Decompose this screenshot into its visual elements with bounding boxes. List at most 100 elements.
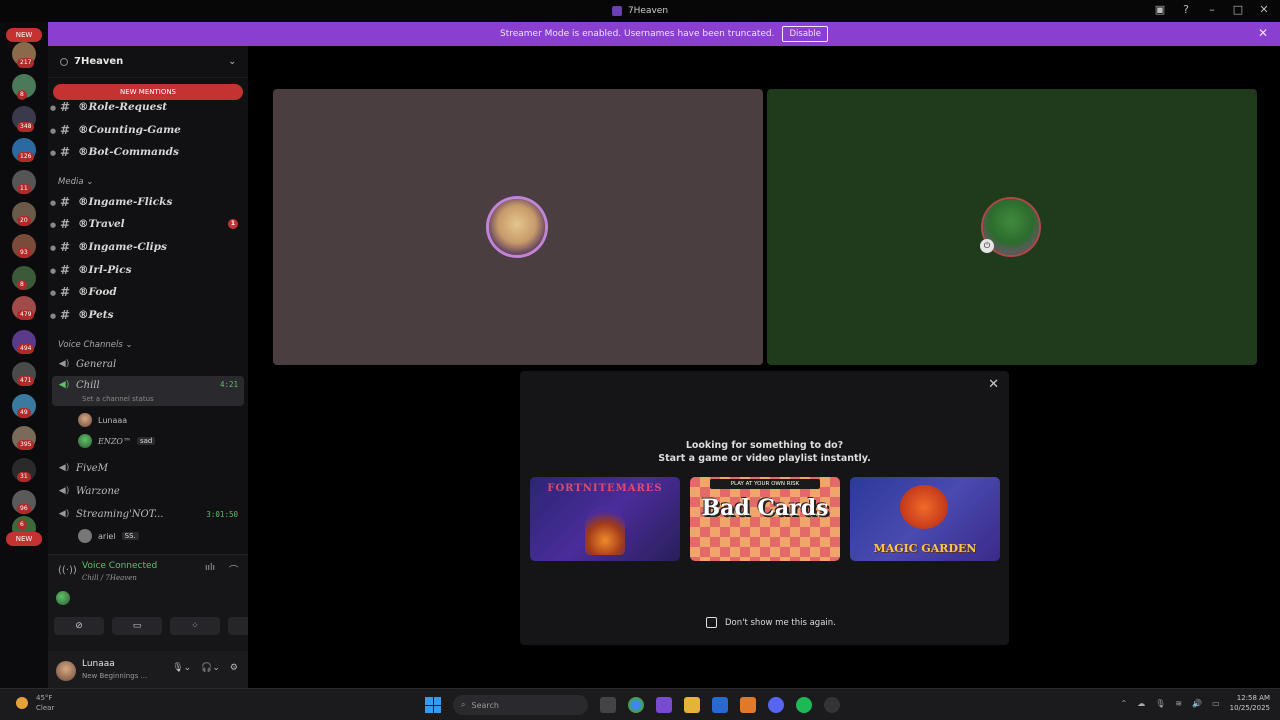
help-icon[interactable]: ? (1178, 2, 1194, 18)
user-status: New Beginnings ... (82, 672, 148, 680)
channel-name: ®Ingame-Clips (78, 241, 167, 253)
unread-dot-icon: ● (50, 242, 57, 252)
deafened-icon: ⏻ (980, 239, 994, 253)
windows-start-icon[interactable] (425, 697, 441, 713)
noise-suppression-icon[interactable]: ıılı (205, 563, 215, 576)
taskbar-apps: ⌕ Search (425, 695, 840, 715)
guild-icon (60, 57, 68, 66)
guild-header[interactable]: 7Heaven ⌄ (48, 46, 248, 78)
settings-gear-icon[interactable]: ⚙ (230, 663, 238, 673)
activity-card-magic-garden[interactable]: MAGIC GARDEN (850, 477, 1000, 561)
app-icon[interactable] (740, 697, 756, 713)
channel-name: ®Irl-Pics (78, 264, 132, 276)
participant-avatar (489, 199, 545, 255)
unread-dot-icon: ● (50, 287, 57, 297)
channel-sidebar: 7Heaven ⌄ NEW MENTIONS ● # ®Role-Request… (48, 46, 278, 689)
channel-ingame-clips[interactable]: ● # ®Ingame-Clips (48, 236, 248, 258)
close-icon[interactable]: ✕ (988, 377, 999, 392)
category-media[interactable]: Media ⌄ (58, 177, 93, 187)
channel-counting-game[interactable]: ● # ®Counting-Game (48, 119, 248, 141)
app-logo-icon (611, 6, 622, 16)
activity-art (900, 485, 948, 529)
microphone-icon[interactable]: 🎙 (1155, 699, 1165, 708)
weather-widget[interactable]: 45°F Clear (16, 693, 54, 713)
channel-name: ®Role-Request (78, 101, 168, 113)
search-icon: ⌕ (461, 700, 466, 709)
voice-channel-streaming[interactable]: ◀) Streaming'NOT... 3:01:50 (52, 503, 244, 525)
clock[interactable]: 12:58 AM 10/25/2025 (1230, 693, 1270, 713)
server-badge: 96 (17, 504, 31, 514)
channel-ingame-flicks[interactable]: ● # ®Ingame-Flicks (48, 191, 248, 213)
user-tag: sad (136, 437, 156, 445)
participant-tile[interactable] (273, 89, 763, 365)
discord-icon[interactable] (768, 697, 784, 713)
store-icon[interactable] (712, 697, 728, 713)
minimize-icon[interactable]: – (1204, 2, 1220, 18)
channel-travel[interactable]: ● # ®Travel 1 (48, 213, 248, 235)
server-badge: 348 (17, 122, 35, 132)
voice-user[interactable]: Lunaaa (78, 411, 127, 429)
user-tag: SS. (121, 532, 139, 540)
battery-icon[interactable]: ▭ (1212, 699, 1220, 708)
camera-off-icon[interactable]: ⊘ (54, 617, 104, 635)
activity-card-fortnitemares[interactable]: FORTNITEMARES (530, 477, 680, 561)
participant-tile[interactable]: ⏻ (767, 89, 1257, 365)
new-unreads-pill-bottom[interactable]: NEW (6, 532, 42, 546)
volume-icon[interactable]: 🔊 (1192, 699, 1202, 708)
chevron-up-icon[interactable]: ⌃ (1121, 699, 1128, 708)
channel-food[interactable]: ● # ®Food (48, 281, 248, 303)
disconnect-icon[interactable]: ⌒ (229, 563, 238, 576)
voice-timer: 4:21 (219, 380, 238, 389)
channel-bot-commands[interactable]: ● # ®Bot-Commands (48, 141, 248, 163)
title-bar: 7Heaven ▣ ? – □ ✕ (0, 0, 1280, 22)
signal-icon[interactable]: ((·)) (58, 565, 77, 576)
close-icon[interactable]: ✕ (1256, 2, 1272, 18)
voice-location[interactable]: Chill / 7Heaven (82, 574, 137, 582)
voice-channel-fivem[interactable]: ◀) FiveM (52, 457, 244, 479)
inbox-icon[interactable]: ▣ (1152, 2, 1168, 18)
new-unreads-pill-top[interactable]: NEW (6, 28, 42, 42)
activity-card-bad-cards[interactable]: PLAY AT YOUR OWN RISK Bad Cards (690, 477, 840, 561)
voice-channel-name: Warzone (76, 485, 120, 497)
microphone-icon[interactable]: 🎙⌄ (172, 663, 191, 673)
channel-irl-pics[interactable]: ● # ®Irl-Pics (48, 259, 248, 281)
chrome-icon[interactable] (628, 697, 644, 713)
activity-suggestion-modal: ✕ Looking for something to do? Start a g… (520, 371, 1009, 645)
copilot-icon[interactable] (656, 697, 672, 713)
voice-user-name: Lunaaa (98, 415, 128, 425)
activities-icon[interactable]: ⁘ (170, 617, 220, 635)
server-badge: 494 (17, 344, 35, 354)
disable-streamer-mode-button[interactable]: Disable (782, 26, 829, 42)
voice-channel-chill[interactable]: ◀) Chill 4:21 Set a channel status (52, 376, 244, 406)
set-channel-status[interactable]: Set a channel status (82, 395, 154, 403)
cloud-icon[interactable]: ☁ (1137, 699, 1145, 708)
spotify-icon[interactable] (796, 697, 812, 713)
server-list: NEW 217 8 348 126 11 20 93 8 479 494 471… (0, 22, 48, 688)
server-badge: 471 (17, 376, 35, 386)
avatar[interactable] (56, 661, 76, 681)
taskbar-search[interactable]: ⌕ Search (453, 695, 588, 715)
server-badge: 126 (17, 152, 35, 162)
dont-show-again[interactable]: Don't show me this again. (706, 617, 836, 628)
banner-close-icon[interactable]: ✕ (1258, 26, 1268, 40)
steam-icon[interactable] (824, 697, 840, 713)
voice-user[interactable]: ENZO™ sad (78, 432, 156, 450)
unread-dot-icon: ● (50, 125, 57, 135)
category-label: Voice Channels (58, 340, 123, 350)
task-view-icon[interactable] (600, 697, 616, 713)
file-explorer-icon[interactable] (684, 697, 700, 713)
voice-connection-panel: ((·)) Voice Connected Chill / 7Heaven ıı… (48, 554, 278, 689)
voice-channel-general[interactable]: ◀) General (52, 353, 244, 375)
checkbox[interactable] (706, 617, 717, 628)
maximize-icon[interactable]: □ (1230, 2, 1246, 18)
server-badge: 20 (17, 216, 31, 226)
time: 12:58 AM (1236, 694, 1270, 702)
channel-role-request[interactable]: ● # ®Role-Request (48, 96, 248, 118)
wifi-icon[interactable]: ≋ (1175, 699, 1182, 708)
screen-share-icon[interactable]: ▭ (112, 617, 162, 635)
headphones-icon[interactable]: 🎧⌄ (201, 663, 220, 673)
category-voice-channels[interactable]: Voice Channels ⌄ (58, 340, 133, 350)
channel-pets[interactable]: ● # ®Pets (48, 304, 248, 326)
voice-channel-warzone[interactable]: ◀) Warzone (52, 480, 244, 502)
voice-user[interactable]: ariel SS. (78, 527, 139, 545)
